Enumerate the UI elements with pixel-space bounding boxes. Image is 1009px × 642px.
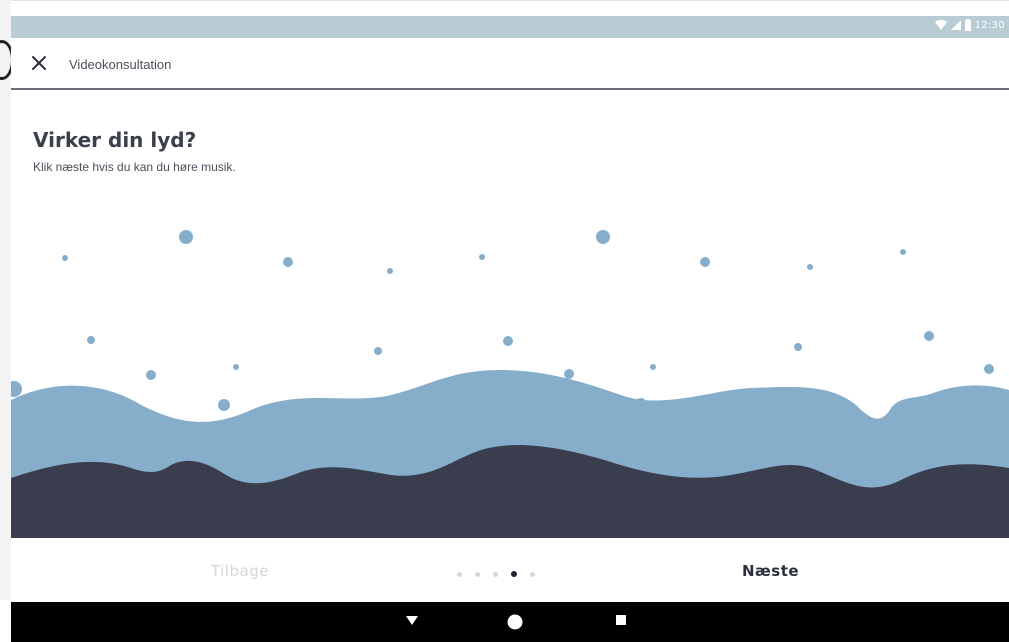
app-bar: Videokonsultation bbox=[11, 38, 1009, 90]
page-subheading: Klik næste hvis du kan du høre musik. bbox=[33, 160, 236, 174]
status-time: 12:30 bbox=[974, 19, 1005, 31]
close-button[interactable] bbox=[27, 51, 51, 75]
page-dot bbox=[493, 571, 498, 577]
page-dot bbox=[475, 571, 480, 577]
status-bar: 12:30 bbox=[11, 16, 1009, 38]
battery-icon bbox=[964, 19, 971, 31]
main-content: Virker din lyd? Klik næste hvis du kan d… bbox=[11, 90, 1009, 538]
sound-wave-illustration bbox=[11, 230, 1009, 538]
cell-signal-icon bbox=[950, 20, 961, 30]
page-dot-active bbox=[511, 571, 517, 577]
app-title: Videokonsultation bbox=[69, 57, 172, 72]
page-heading: Virker din lyd? bbox=[33, 128, 197, 152]
next-button[interactable]: Næste bbox=[742, 562, 799, 580]
page-indicator bbox=[457, 571, 535, 577]
status-icons: 12:30 bbox=[934, 19, 1005, 31]
close-icon bbox=[32, 56, 46, 70]
tablet-screen: 12:30 Videokonsultation Virker din lyd? … bbox=[0, 0, 1009, 642]
square-recent-icon[interactable] bbox=[615, 614, 627, 626]
triangle-down-icon[interactable] bbox=[405, 614, 419, 626]
top-edge bbox=[11, 0, 1009, 17]
system-nav-bar bbox=[11, 602, 1009, 642]
page-dot bbox=[530, 571, 535, 577]
circle-home-icon[interactable] bbox=[507, 614, 523, 630]
page-dot bbox=[457, 571, 462, 577]
back-button[interactable]: Tilbage bbox=[211, 562, 269, 580]
wifi-icon bbox=[934, 20, 947, 30]
wizard-footer: Tilbage Næste bbox=[11, 538, 1009, 602]
